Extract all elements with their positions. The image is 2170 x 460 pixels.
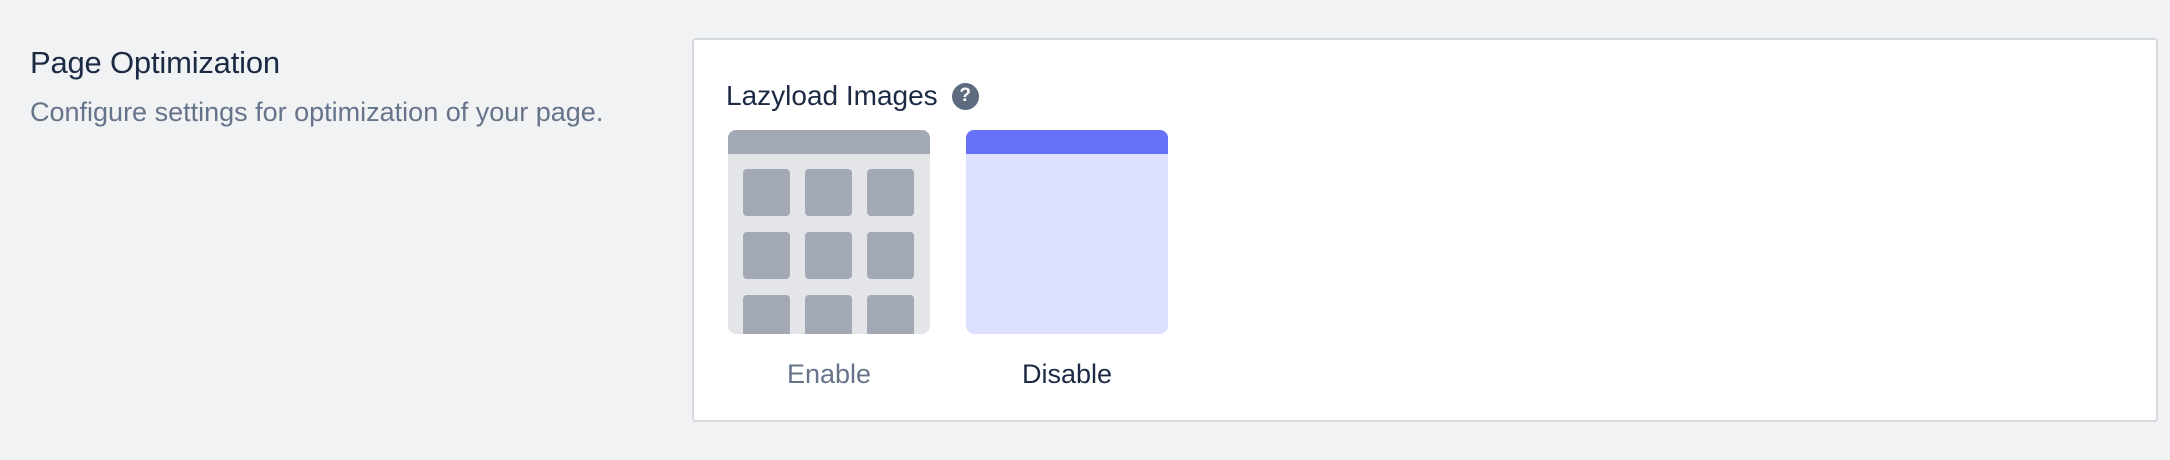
blank-page-thumbnail-icon — [966, 130, 1168, 334]
section-info: Page Optimization Configure settings for… — [30, 42, 670, 132]
settings-panel: Lazyload Images ? Enable Disable — [692, 38, 2158, 422]
lazyload-field-header: Lazyload Images ? — [726, 76, 979, 116]
image-tile — [867, 232, 914, 279]
option-disable-label: Disable — [1021, 359, 1113, 389]
image-tile — [743, 295, 790, 334]
thumbnail-header-bar — [966, 130, 1168, 154]
lazyload-options: Enable Disable — [728, 130, 1204, 392]
option-enable[interactable]: Enable — [728, 130, 930, 392]
help-icon[interactable]: ? — [951, 82, 979, 110]
image-tile — [867, 295, 914, 334]
image-tile — [743, 232, 790, 279]
image-grid — [743, 169, 914, 334]
option-enable-label: Enable — [786, 359, 872, 389]
section-description: Configure settings for optimization of y… — [30, 97, 604, 127]
image-tile — [805, 169, 852, 216]
lazyload-images-label: Lazyload Images — [726, 80, 938, 111]
image-tile — [805, 295, 852, 334]
image-tile — [743, 169, 790, 216]
option-disable[interactable]: Disable — [966, 130, 1168, 392]
thumbnail-header-bar — [728, 130, 930, 154]
image-tile — [805, 232, 852, 279]
image-grid-thumbnail-icon — [728, 130, 930, 334]
section-title: Page Optimization — [30, 45, 280, 80]
image-tile — [867, 169, 914, 216]
